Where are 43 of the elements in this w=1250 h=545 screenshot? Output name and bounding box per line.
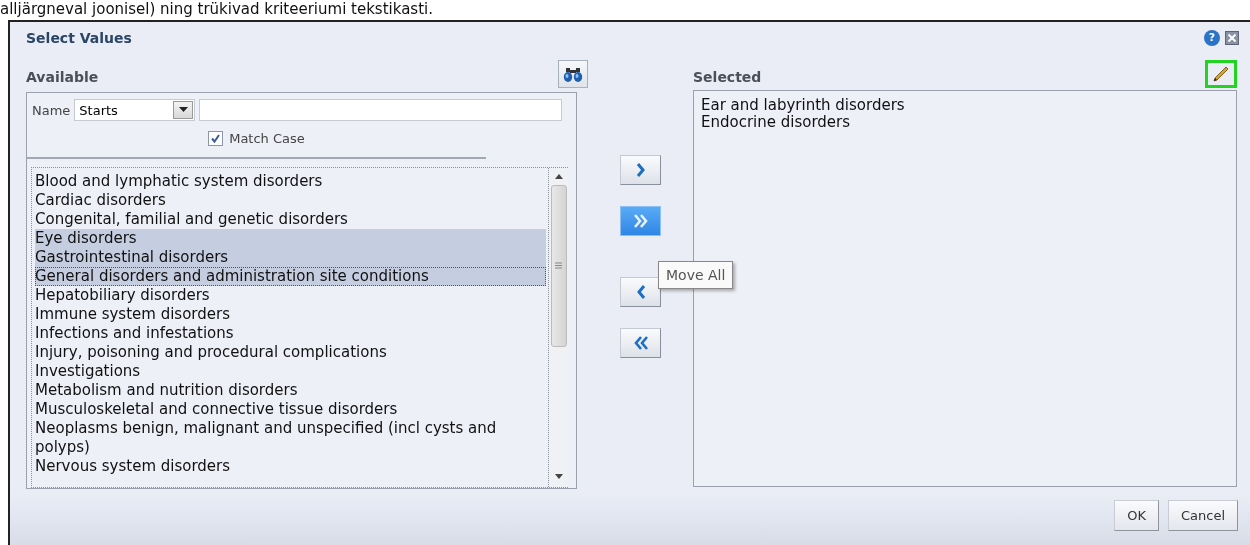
remove-button[interactable] — [620, 277, 661, 307]
list-item[interactable]: Congenital, familial and genetic disorders — [35, 209, 546, 229]
search-button[interactable] — [558, 60, 588, 88]
list-item[interactable]: Blood and lymphatic system disorders — [35, 171, 546, 191]
edit-button[interactable] — [1205, 60, 1237, 88]
move-button[interactable] — [620, 155, 661, 185]
caret-icon — [178, 107, 188, 113]
scroll-up-icon[interactable] — [554, 173, 563, 179]
close-icon[interactable] — [1225, 31, 1239, 45]
available-heading: Available — [26, 69, 99, 85]
scroll-down-icon[interactable] — [554, 474, 563, 479]
list-item[interactable]: Eye disorders — [35, 228, 546, 248]
dialog-title: Select Values — [26, 30, 132, 46]
filter-label: Name — [32, 102, 71, 118]
list-item[interactable]: Injury, poisoning and procedural complications — [35, 342, 546, 362]
operator-dropdown[interactable]: Starts — [74, 99, 196, 121]
list-item[interactable]: Cardiac disorders — [35, 190, 546, 210]
double-chevron-right-icon — [631, 212, 650, 230]
list-item[interactable]: Hepatobiliary disorders — [35, 285, 546, 305]
help-button[interactable]: ? — [1204, 30, 1220, 46]
match-case-checkbox[interactable]: Match Case — [208, 131, 305, 147]
list-item[interactable]: Metabolism and nutrition disorders — [35, 380, 546, 400]
dialog-button[interactable]: OK — [1114, 500, 1159, 531]
binoculars-icon — [563, 65, 583, 83]
list-item[interactable]: Nervous system disorders — [35, 456, 546, 476]
list-item[interactable]: Infections and infestations — [35, 323, 546, 343]
tooltip: Move All — [658, 261, 734, 289]
list-item[interactable]: Endocrine disorders — [701, 114, 1229, 131]
list-item[interactable]: Musculoskeletal and connective tissue disorders — [35, 399, 546, 419]
caption-text: alljärgneval joonisel) ning trükivad kriteeriumi tekstikasti. — [0, 0, 434, 18]
dialog-button[interactable]: Cancel — [1167, 500, 1238, 531]
list-item[interactable]: Ear and labyrinth disorders — [701, 97, 1229, 114]
selected-heading: Selected — [693, 69, 762, 85]
checkbox[interactable] — [208, 131, 224, 147]
scrollbar[interactable] — [548, 167, 568, 487]
remove-all-button[interactable] — [620, 328, 661, 358]
list-item[interactable]: Immune system disorders — [35, 304, 546, 324]
move-all-button[interactable] — [620, 206, 661, 236]
grip-icon — [555, 262, 562, 270]
list-item[interactable]: Investigations — [35, 361, 546, 381]
list-item[interactable]: Neoplasms benign, malignant and unspecified (incl cysts and polyps) — [35, 418, 546, 457]
pencil-icon — [1212, 65, 1230, 83]
filter-input-field[interactable] — [199, 99, 563, 121]
